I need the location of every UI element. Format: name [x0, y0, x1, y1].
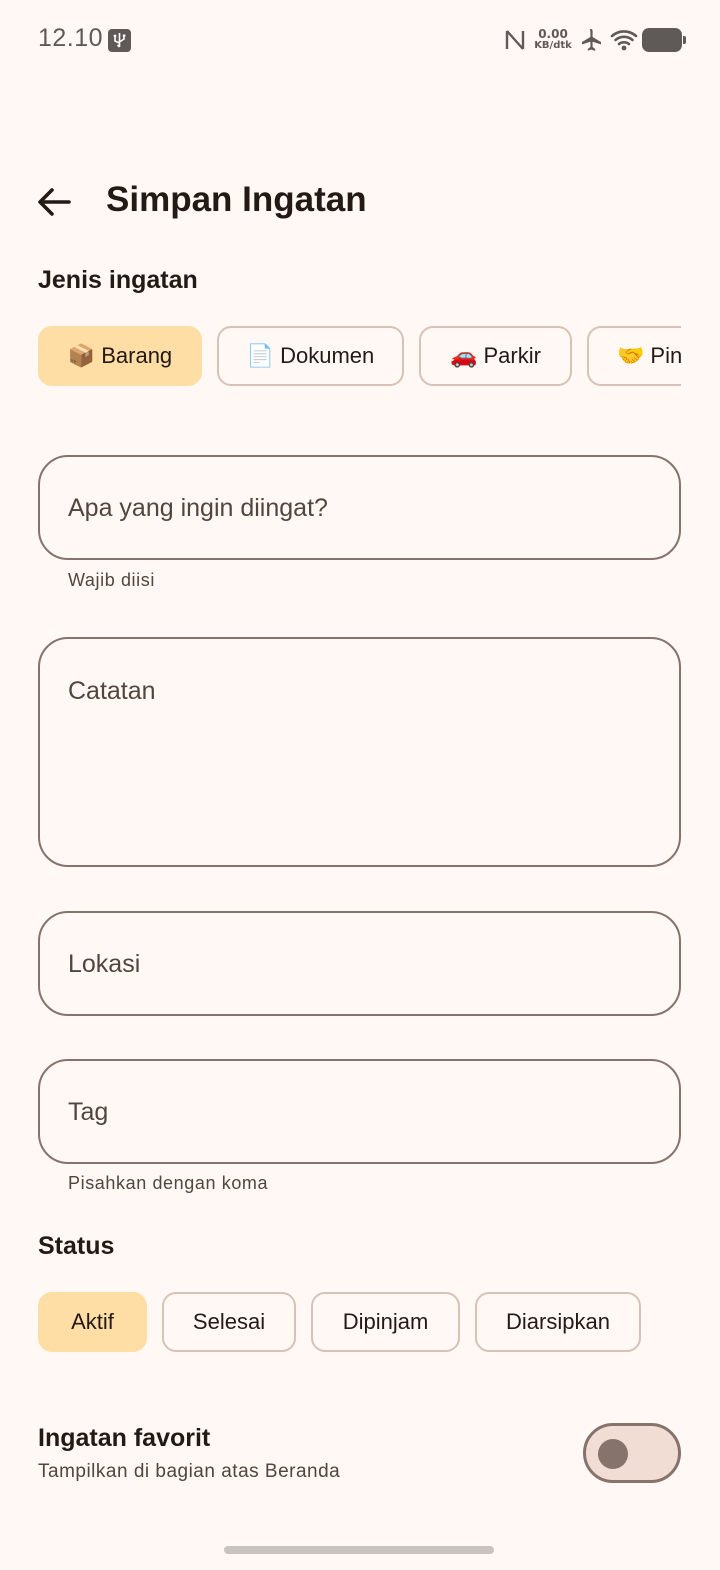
- tag-placeholder: Tag: [68, 1098, 109, 1126]
- chip-status-aktif[interactable]: Aktif: [38, 1292, 147, 1352]
- network-speed-value: 0.00: [538, 27, 568, 41]
- status-bar: 12.10 0.00 KB/dtk: [0, 0, 720, 80]
- what-to-remember-placeholder: Apa yang ingin diingat?: [68, 494, 328, 522]
- network-speed-unit: KB/dtk: [534, 40, 572, 51]
- chip-label: Selesai: [192, 1309, 266, 1334]
- chip-label: Parkir: [483, 343, 541, 368]
- chip-label: Dipinjam: [342, 1309, 429, 1334]
- status-chip-row: Aktif Selesai Dipinjam Diarsipkan: [38, 1292, 656, 1354]
- notes-placeholder: Catatan: [68, 677, 156, 705]
- package-icon: 📦: [67, 343, 96, 369]
- what-to-remember-field[interactable]: Apa yang ingin diingat?: [38, 455, 681, 560]
- memory-type-chip-row: 📦 Barang 📄 Dokumen 🚗 Parkir 🤝 Pinjam: [38, 326, 681, 388]
- required-helper-text: Wajib diisi: [68, 570, 155, 590]
- favorite-subtitle: Tampilkan di bagian atas Beranda: [38, 1461, 341, 1482]
- chip-type-barang[interactable]: 📦 Barang: [38, 326, 202, 386]
- favorite-title: Ingatan favorit: [38, 1424, 211, 1452]
- home-indicator[interactable]: [224, 1546, 494, 1554]
- usb-icon: [108, 29, 131, 52]
- document-icon: 📄: [246, 343, 275, 369]
- chip-label: Barang: [101, 343, 173, 368]
- chip-status-selesai[interactable]: Selesai: [162, 1292, 296, 1352]
- airplane-mode-icon: [578, 27, 604, 53]
- page-title: Simpan Ingatan: [106, 180, 367, 219]
- car-icon: 🚗: [450, 343, 478, 369]
- location-field[interactable]: Lokasi: [38, 911, 681, 1016]
- chip-type-pinjam[interactable]: 🤝 Pinjam: [587, 326, 681, 386]
- status-label: Status: [38, 1232, 115, 1260]
- toggle-knob: [598, 1439, 628, 1469]
- handshake-icon: 🤝: [617, 343, 645, 369]
- chip-label: Diarsipkan: [506, 1309, 610, 1334]
- chip-status-diarsipkan[interactable]: Diarsipkan: [475, 1292, 641, 1352]
- arrow-back-icon: [38, 188, 71, 216]
- chip-label: Aktif: [71, 1309, 114, 1334]
- chip-label: Dokumen: [280, 343, 375, 368]
- chip-type-dokumen[interactable]: 📄 Dokumen: [217, 326, 404, 386]
- chip-type-parkir[interactable]: 🚗 Parkir: [419, 326, 572, 386]
- status-time: 12.10: [38, 24, 104, 52]
- tag-helper-text: Pisahkan dengan koma: [68, 1173, 269, 1193]
- memory-type-label: Jenis ingatan: [38, 266, 198, 294]
- chip-label: Pinjam: [650, 343, 681, 368]
- location-placeholder: Lokasi: [68, 950, 141, 978]
- favorite-toggle[interactable]: [583, 1423, 681, 1483]
- back-button[interactable]: [30, 178, 78, 226]
- chip-status-dipinjam[interactable]: Dipinjam: [311, 1292, 460, 1352]
- network-speed: 0.00 KB/dtk: [534, 27, 572, 51]
- wifi-icon: [610, 27, 638, 53]
- tag-field[interactable]: Tag: [38, 1059, 681, 1164]
- notes-field[interactable]: Catatan: [38, 637, 681, 867]
- nfc-icon: [502, 27, 528, 53]
- battery-icon: [642, 28, 686, 52]
